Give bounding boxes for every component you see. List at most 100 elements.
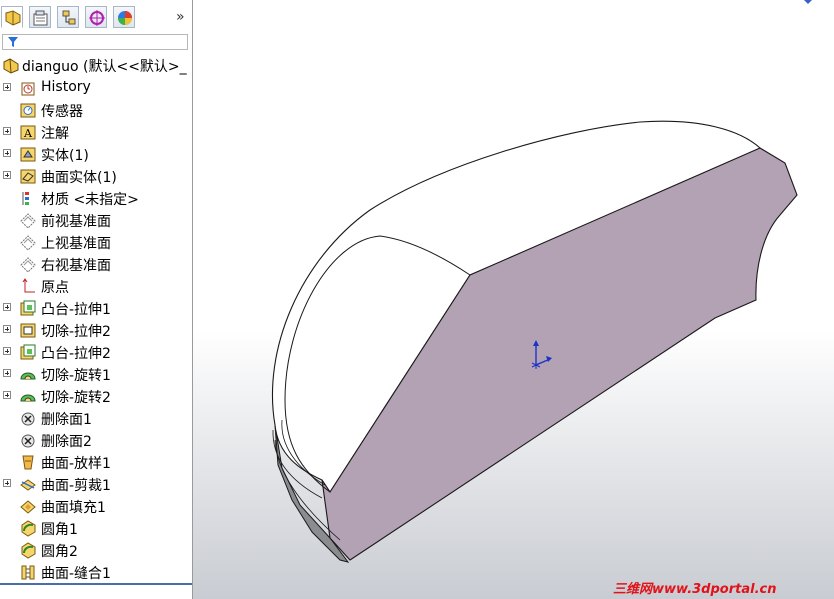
expand-toggle[interactable] xyxy=(3,347,11,355)
fillet-icon xyxy=(21,542,36,559)
tree-item[interactable]: 材质 <未指定> xyxy=(0,187,192,209)
dimxpert-tab[interactable] xyxy=(85,6,107,28)
more-tabs-button[interactable]: » xyxy=(176,9,185,25)
configuration-manager-tab[interactable] xyxy=(57,6,79,28)
surface-fill-icon xyxy=(20,500,36,514)
expand-toggle[interactable] xyxy=(3,303,11,311)
tree-root-label: dianguo (默认<<默认>_ xyxy=(22,59,187,75)
expand-toggle[interactable] xyxy=(3,171,11,179)
tree-item-label: 凸台-拉伸2 xyxy=(41,346,111,362)
tree-item[interactable]: 删除面1 xyxy=(0,407,192,429)
expand-toggle[interactable] xyxy=(3,479,11,487)
expand-toggle[interactable] xyxy=(3,391,11,399)
surface-bodies-icon xyxy=(20,169,36,184)
cut-extrude-icon xyxy=(20,323,36,338)
surface-loft-icon xyxy=(22,455,34,470)
tree-item-label: 材质 <未指定> xyxy=(41,192,139,208)
tree-item-label: 圆角1 xyxy=(41,522,78,538)
tree-item[interactable]: 实体(1) xyxy=(0,143,192,165)
tree-item[interactable]: History xyxy=(0,77,192,99)
tree-item[interactable]: 切除-旋转1 xyxy=(0,363,192,385)
dimxpert-icon xyxy=(89,10,105,26)
watermark-text: 三维网www.3dportal.cn xyxy=(613,582,777,597)
panel-bottom-divider xyxy=(0,583,192,585)
tree-item-label: 切除-拉伸2 xyxy=(41,324,111,340)
graphics-viewport[interactable] xyxy=(193,0,834,599)
boss-extrude-icon xyxy=(20,344,36,360)
tree-item[interactable]: 曲面填充1 xyxy=(0,495,192,517)
tree-item[interactable]: 切除-拉伸2 xyxy=(0,319,192,341)
tree-item[interactable]: 上视基准面 xyxy=(0,231,192,253)
tree-item-label: 切除-旋转1 xyxy=(41,368,111,384)
cut-revolve-icon xyxy=(20,372,36,380)
tree-filter-input[interactable] xyxy=(2,34,188,50)
part-icon xyxy=(3,58,19,74)
feature-manager-panel: » dianguo (默认<<默认>_ History 传感器 A 注解实体(1) 曲面… xyxy=(0,0,193,599)
cut-revolve-icon xyxy=(20,394,36,402)
fillet-icon xyxy=(21,520,36,537)
feature-tree-tab[interactable] xyxy=(1,6,23,28)
solid-bodies-icon xyxy=(20,147,36,162)
tree-item-label: 曲面-剪裁1 xyxy=(41,478,111,494)
tree-item-label: 实体(1) xyxy=(41,148,89,164)
tree-item-label: 原点 xyxy=(41,280,69,296)
boss-extrude-icon xyxy=(20,300,36,316)
origin-icon xyxy=(22,278,35,293)
expand-toggle[interactable] xyxy=(3,83,11,91)
tree-item-label: 曲面实体(1) xyxy=(41,170,117,186)
tree-root-part[interactable]: dianguo (默认<<默认>_ xyxy=(0,55,192,75)
tree-item[interactable]: 曲面-放样1 xyxy=(0,451,192,473)
tree-item-label: 曲面填充1 xyxy=(41,500,106,516)
feature-tree-icon xyxy=(5,10,21,26)
tree-item[interactable]: 圆角1 xyxy=(0,517,192,539)
tree-item-label: 切除-旋转2 xyxy=(41,390,111,406)
tree-item[interactable]: 传感器 xyxy=(0,99,192,121)
tree-item[interactable]: 切除-旋转2 xyxy=(0,385,192,407)
svg-text:A: A xyxy=(23,127,33,140)
plane-icon xyxy=(20,257,36,273)
display-manager-icon xyxy=(118,11,132,25)
tree-item-label: 上视基准面 xyxy=(41,236,111,252)
tree-item[interactable]: 曲面实体(1) xyxy=(0,165,192,187)
tree-item[interactable]: A 注解 xyxy=(0,121,192,143)
tree-item-label: 右视基准面 xyxy=(41,258,111,274)
filter-icon xyxy=(8,37,18,47)
tree-item-label: 删除面2 xyxy=(41,434,92,450)
tree-item[interactable]: 凸台-拉伸1 xyxy=(0,297,192,319)
tree-item-label: 注解 xyxy=(41,126,69,142)
tree-item-label: 凸台-拉伸1 xyxy=(41,302,111,318)
tree-item[interactable]: 原点 xyxy=(0,275,192,297)
tree-item-label: History xyxy=(41,79,91,95)
feature-manager-tabs: » xyxy=(0,6,192,32)
tree-item[interactable]: 凸台-拉伸2 xyxy=(0,341,192,363)
tree-item[interactable]: 曲面-缝合1 xyxy=(0,561,192,583)
plane-icon xyxy=(20,235,36,251)
property-manager-tab[interactable] xyxy=(29,6,51,28)
tree-item-label: 圆角2 xyxy=(41,544,78,560)
expand-toggle[interactable] xyxy=(3,325,11,333)
tree-item[interactable]: 删除面2 xyxy=(0,429,192,451)
expand-toggle[interactable] xyxy=(3,369,11,377)
history-icon xyxy=(21,82,35,96)
tree-item-label: 删除面1 xyxy=(41,412,92,428)
surface-trim-icon xyxy=(20,479,36,491)
expand-toggle[interactable] xyxy=(3,127,11,135)
tree-item[interactable]: 右视基准面 xyxy=(0,253,192,275)
delete-face-icon xyxy=(21,412,35,426)
property-manager-icon xyxy=(33,10,48,26)
sensor-icon xyxy=(20,103,36,118)
annotation-icon: A xyxy=(20,125,36,140)
material-icon xyxy=(22,192,29,205)
tree-item[interactable]: 圆角2 xyxy=(0,539,192,561)
tree-item[interactable]: 前视基准面 xyxy=(0,209,192,231)
expand-toggle[interactable] xyxy=(3,149,11,157)
delete-face-icon xyxy=(21,434,35,448)
tree-item-label: 传感器 xyxy=(41,104,83,120)
tree-item-label: 前视基准面 xyxy=(41,214,111,230)
tree-item[interactable]: 曲面-剪裁1 xyxy=(0,473,192,495)
tree-item-label: 曲面-放样1 xyxy=(41,456,111,472)
display-manager-tab[interactable] xyxy=(113,6,135,28)
tree-item-label: 曲面-缝合1 xyxy=(41,566,111,582)
surface-knit-icon xyxy=(21,565,35,580)
configuration-manager-icon xyxy=(62,10,76,25)
